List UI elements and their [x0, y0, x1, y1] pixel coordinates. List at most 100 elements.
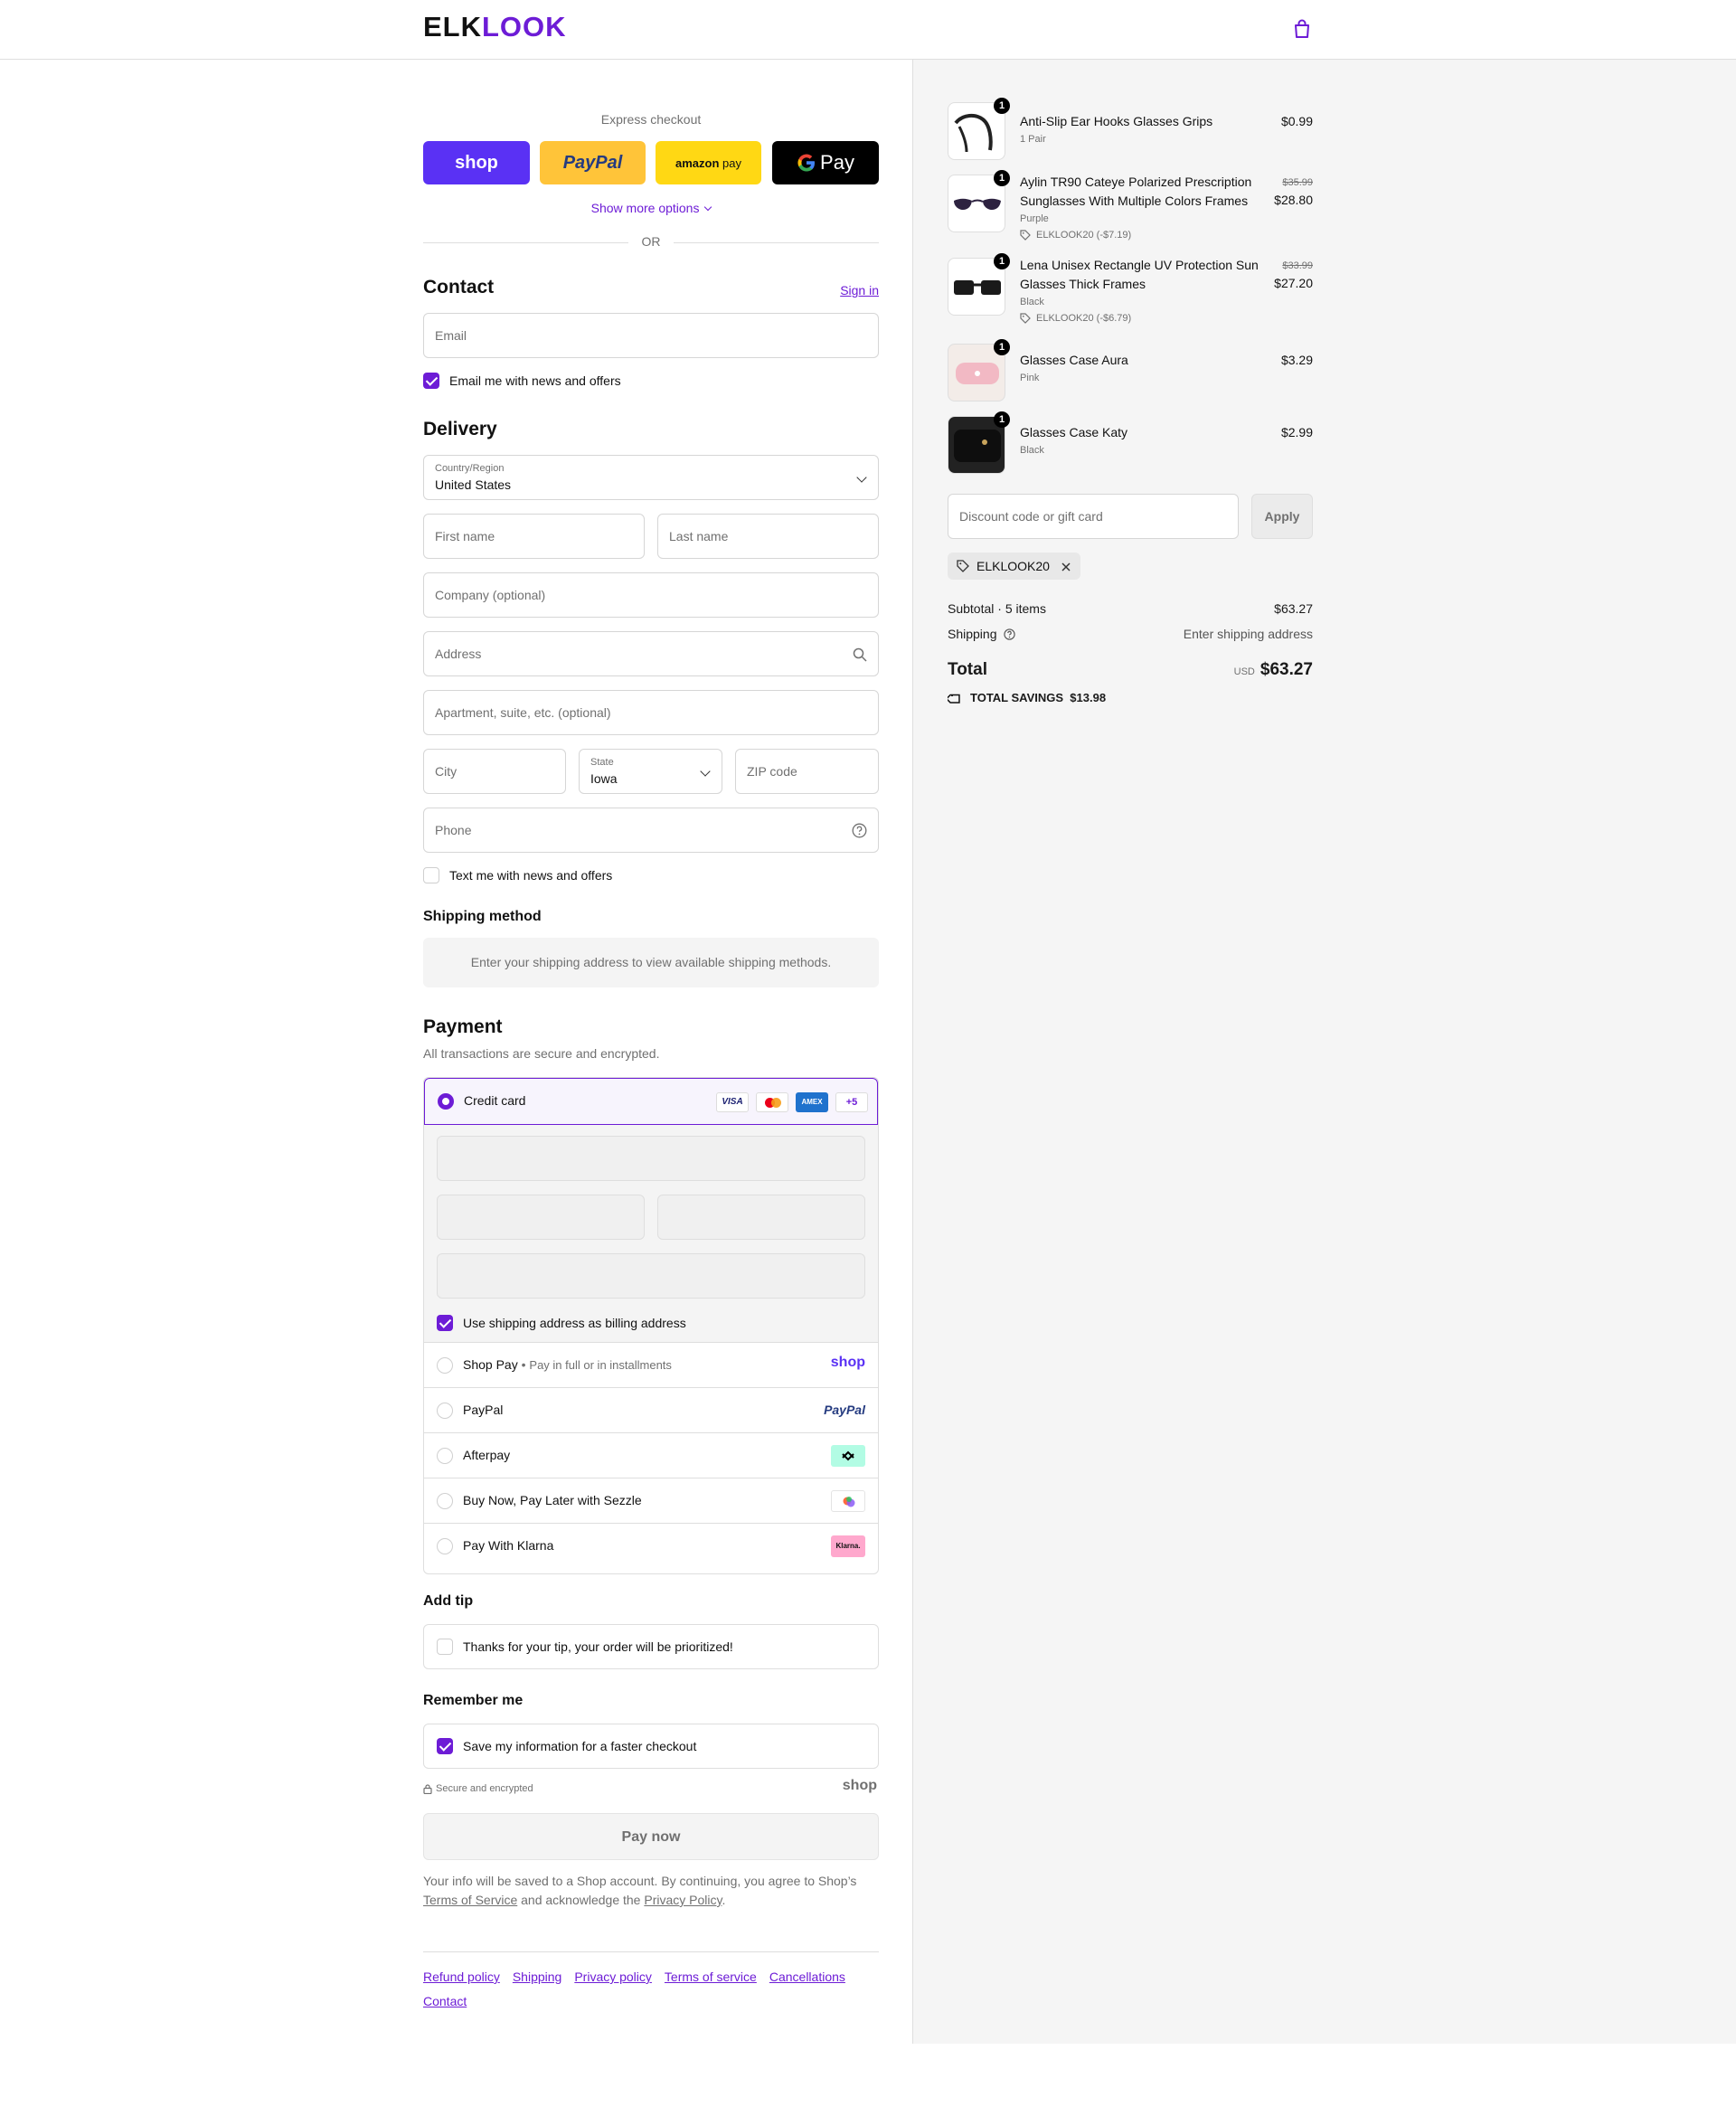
email-news-label: Email me with news and offers — [449, 373, 621, 388]
name-on-card-field[interactable] — [437, 1253, 865, 1299]
mastercard-icon — [756, 1092, 788, 1112]
apply-button[interactable]: Apply — [1251, 494, 1313, 539]
shop-pay-radio[interactable] — [437, 1357, 453, 1374]
credit-card-radio[interactable] — [438, 1093, 454, 1110]
remember-me-checkbox[interactable] — [437, 1738, 453, 1754]
cancellations-link[interactable]: Cancellations — [769, 1970, 845, 1984]
subtotal-label: Subtotal · 5 items — [948, 601, 1046, 616]
company-field[interactable]: Company (optional) — [423, 572, 879, 618]
paypal-button[interactable]: PayPal — [540, 141, 646, 184]
terms-of-service-link[interactable]: Terms of Service — [423, 1893, 517, 1907]
remember-me-title: Remember me — [423, 1693, 524, 1708]
remember-me-option[interactable]: Save my information for a faster checkou… — [423, 1724, 879, 1769]
close-icon[interactable] — [1061, 562, 1071, 572]
quantity-badge: 1 — [994, 98, 1010, 114]
payment-subtitle: All transactions are secure and encrypte… — [423, 1046, 660, 1061]
first-name-field[interactable]: First name — [423, 514, 645, 559]
sign-in-link[interactable]: Sign in — [840, 283, 879, 298]
card-number-field[interactable] — [437, 1136, 865, 1181]
chevron-down-icon — [700, 766, 711, 777]
last-name-field[interactable]: Last name — [657, 514, 879, 559]
shop-pay-button[interactable]: shop — [423, 141, 530, 184]
credit-card-form: Use shipping address as billing address — [424, 1125, 878, 1342]
privacy-policy-link[interactable]: Privacy policy — [574, 1970, 652, 1984]
item-discount: ELKLOOK20 (-$7.19) — [1036, 230, 1132, 241]
item-name: Aylin TR90 Cateye Polarized Prescription… — [1020, 175, 1252, 208]
more-cards-badge: +5 — [835, 1092, 868, 1112]
shopping-bag-icon[interactable] — [1293, 19, 1311, 39]
address-field[interactable]: Address — [423, 631, 879, 676]
security-code-field[interactable] — [657, 1195, 865, 1240]
tip-option[interactable]: Thanks for your tip, your order will be … — [423, 1624, 879, 1669]
afterpay-radio[interactable] — [437, 1448, 453, 1464]
product-thumbnail: 1 — [948, 253, 1010, 316]
subtotal-value: $63.27 — [1274, 601, 1313, 616]
discount-tag-icon — [957, 560, 969, 572]
express-checkout-label: Express checkout — [600, 112, 702, 127]
header: ELKLOOK — [0, 0, 1736, 60]
help-icon[interactable] — [1004, 628, 1016, 640]
item-variant: Pink — [1020, 373, 1040, 383]
footer-divider — [423, 1951, 879, 1952]
item-variant: Black — [1020, 297, 1044, 307]
tip-checkbox[interactable] — [437, 1639, 453, 1655]
quantity-badge: 1 — [994, 411, 1010, 428]
secure-label: Secure and encrypted — [436, 1783, 533, 1794]
amazon-pay-button[interactable]: amazon pay — [656, 141, 761, 184]
terms-of-service-link[interactable]: Terms of service — [665, 1970, 757, 1984]
expiration-field[interactable] — [437, 1195, 645, 1240]
payment-methods: Credit card VISA AMEX +5 Use shipping ad… — [423, 1077, 879, 1574]
sezzle-option[interactable]: Buy Now, Pay Later with Sezzle — [424, 1478, 878, 1523]
paypal-logo: PayPal — [824, 1403, 865, 1417]
help-icon[interactable] — [852, 823, 867, 838]
google-icon — [797, 154, 816, 172]
pay-now-button[interactable]: Pay now — [423, 1813, 879, 1860]
apartment-field[interactable]: Apartment, suite, etc. (optional) — [423, 690, 879, 735]
state-select[interactable]: State Iowa — [579, 749, 722, 794]
credit-card-option[interactable]: Credit card VISA AMEX +5 — [424, 1078, 878, 1125]
country-select[interactable]: Country/Region United States — [423, 455, 879, 500]
contact-link[interactable]: Contact — [423, 1994, 467, 2008]
text-news-checkbox[interactable] — [423, 867, 439, 883]
item-original-price: $33.99 — [1282, 260, 1313, 271]
contact-title: Contact — [423, 277, 495, 298]
store-logo[interactable]: ELKLOOK — [423, 11, 567, 43]
klarna-radio[interactable] — [437, 1538, 453, 1554]
klarna-option[interactable]: Pay With Klarna Klarna. — [424, 1523, 878, 1568]
city-field[interactable]: City — [423, 749, 566, 794]
discount-tag-icon — [1020, 230, 1031, 241]
email-field[interactable]: Email — [423, 313, 879, 358]
afterpay-option[interactable]: Afterpay — [424, 1432, 878, 1478]
item-name: Anti-Slip Ear Hooks Glasses Grips — [1020, 114, 1213, 128]
item-name: Glasses Case Aura — [1020, 353, 1128, 367]
phone-field[interactable]: Phone — [423, 808, 879, 853]
billing-address-checkbox[interactable] — [437, 1315, 453, 1331]
shipping-label: Shipping — [948, 627, 1016, 641]
total-savings: TOTAL SAVINGS $13.98 — [970, 691, 1107, 704]
total-value: USD $63.27 — [1233, 660, 1313, 679]
paypal-radio[interactable] — [437, 1403, 453, 1419]
item-discount: ELKLOOK20 (-$6.79) — [1036, 313, 1132, 324]
discount-tag-icon — [1020, 313, 1031, 324]
sezzle-radio[interactable] — [437, 1493, 453, 1509]
total-label: Total — [948, 660, 987, 679]
shop-logo: shop — [842, 1778, 877, 1793]
paypal-option[interactable]: PayPal PayPal — [424, 1387, 878, 1432]
remember-me-label: Save my information for a faster checkou… — [463, 1739, 697, 1753]
show-more-options-link[interactable]: Show more options — [423, 201, 879, 215]
shipping-link[interactable]: Shipping — [513, 1970, 562, 1984]
quantity-badge: 1 — [994, 170, 1010, 186]
item-price: $28.80 — [1274, 193, 1313, 207]
zip-field[interactable]: ZIP code — [735, 749, 879, 794]
product-thumbnail: 1 — [948, 170, 1010, 232]
discount-code-field[interactable]: Discount code or gift card — [948, 494, 1239, 539]
privacy-policy-link[interactable]: Privacy Policy — [644, 1893, 722, 1907]
refund-policy-link[interactable]: Refund policy — [423, 1970, 500, 1984]
shop-pay-option[interactable]: Shop Pay • Pay in full or in installment… — [424, 1342, 878, 1387]
legal-text: Your info will be saved to a Shop accoun… — [423, 1874, 857, 1907]
email-news-checkbox[interactable] — [423, 373, 439, 389]
order-summary: 1 Anti-Slip Ear Hooks Glasses Grips 1 Pa… — [948, 60, 1313, 747]
visa-icon: VISA — [716, 1092, 749, 1112]
currency-code: USD — [1233, 666, 1255, 677]
google-pay-button[interactable]: Pay — [772, 141, 879, 184]
